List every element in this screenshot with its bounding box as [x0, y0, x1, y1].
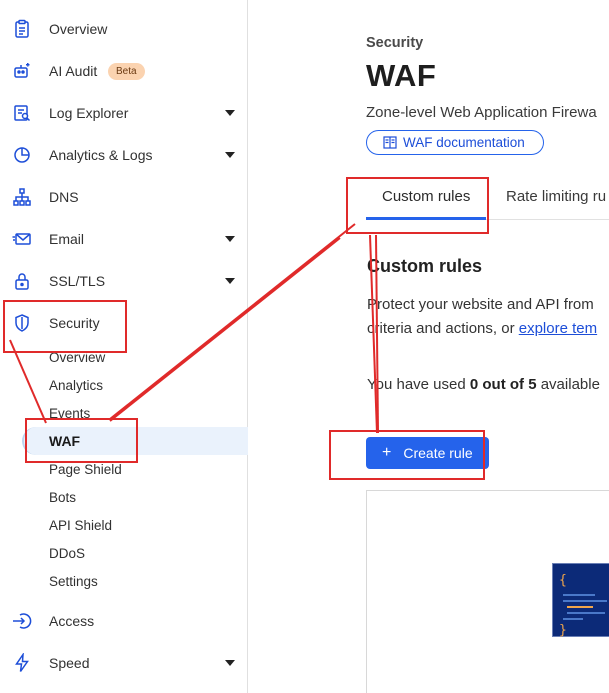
security-sub-overview[interactable]: Overview	[49, 348, 105, 368]
sidebar-item-overview[interactable]: Overview	[0, 9, 248, 49]
main-content: Security WAF Zone-level Web Application …	[249, 0, 609, 693]
shield-icon	[12, 313, 32, 333]
security-sub-waf[interactable]: WAF	[49, 431, 80, 451]
envelope-icon	[12, 229, 32, 249]
plus-icon: +	[382, 444, 392, 461]
create-rule-label: Create rule	[403, 445, 473, 461]
create-rule-button[interactable]: + Create rule	[366, 437, 489, 469]
chevron-down-icon[interactable]	[225, 150, 235, 160]
section-description-line2: criteria and actions, or explore tem	[367, 320, 597, 337]
security-sub-bots[interactable]: Bots	[49, 488, 76, 508]
network-icon	[12, 187, 32, 207]
sidebar-item-security[interactable]: Security	[0, 303, 248, 343]
chevron-down-icon[interactable]	[225, 234, 235, 244]
usage-prefix: You have used	[367, 376, 470, 393]
usage-suffix: available	[536, 376, 600, 393]
sidebar-item-speed[interactable]: Speed	[0, 643, 248, 683]
breadcrumb[interactable]: Security	[366, 35, 423, 51]
pie-chart-icon	[12, 145, 32, 165]
sidebar-item-label: Speed	[49, 655, 90, 671]
access-arrow-icon	[12, 611, 32, 631]
svg-text:}: }	[559, 623, 567, 638]
page-subtitle: Zone-level Web Application Firewa	[366, 104, 597, 121]
book-icon	[383, 136, 397, 149]
security-sub-events[interactable]: Events	[49, 404, 90, 424]
sidebar-item-log-explorer[interactable]: Log Explorer	[0, 93, 248, 133]
sidebar-item-label: DNS	[49, 189, 79, 205]
security-sub-api-shield[interactable]: API Shield	[49, 516, 112, 536]
usage-count: 0 out of 5	[469, 376, 537, 393]
sidebar-item-ai-audit[interactable]: AI Audit Beta	[0, 51, 248, 91]
security-sub-ddos[interactable]: DDoS	[49, 544, 85, 564]
clipboard-icon	[12, 19, 32, 39]
sidebar-item-email[interactable]: Email	[0, 219, 248, 259]
document-search-icon	[12, 103, 32, 123]
sidebar-item-label: Security	[49, 315, 100, 331]
sidebar-item-analytics-logs[interactable]: Analytics & Logs	[0, 135, 248, 175]
usage-text: You have used 0 out of 5 available	[367, 376, 600, 393]
security-sub-analytics[interactable]: Analytics	[49, 376, 103, 396]
sidebar-item-label: Access	[49, 613, 95, 629]
tab-bar: Custom rules Rate limiting ru	[366, 180, 609, 220]
sidebar-item-access[interactable]: Access	[0, 601, 248, 641]
chevron-down-icon[interactable]	[225, 658, 235, 668]
sidebar-item-dns[interactable]: DNS	[0, 177, 248, 217]
beta-badge: Beta	[108, 63, 145, 80]
chevron-down-icon[interactable]	[225, 108, 235, 118]
section-description: Protect your website and API from	[367, 296, 594, 313]
robot-icon	[12, 61, 32, 81]
sidebar-item-ssl-tls[interactable]: SSL/TLS	[0, 261, 248, 301]
active-tab-indicator	[366, 217, 486, 220]
lock-icon	[12, 271, 32, 291]
waf-documentation-button[interactable]: WAF documentation	[366, 130, 544, 155]
code-editor-illustration: { }	[552, 563, 609, 638]
chevron-down-icon[interactable]	[225, 276, 235, 286]
tab-rate-limiting-rules[interactable]: Rate limiting ru	[506, 180, 606, 220]
sidebar-item-label: SSL/TLS	[49, 273, 106, 289]
explore-templates-link[interactable]: explore tem	[519, 320, 597, 337]
tab-custom-rules[interactable]: Custom rules	[382, 180, 470, 220]
sidebar: Overview AI Audit Beta Log Explorer Anal…	[0, 0, 248, 693]
svg-text:{: {	[559, 573, 567, 588]
security-sub-settings[interactable]: Settings	[49, 572, 98, 592]
page-title: WAF	[366, 58, 437, 93]
waf-documentation-label: WAF documentation	[403, 135, 525, 150]
sidebar-item-label: AI Audit	[49, 63, 98, 79]
sidebar-item-label: Log Explorer	[49, 105, 129, 121]
sidebar-item-label: Analytics & Logs	[49, 147, 153, 163]
security-sub-page-shield[interactable]: Page Shield	[49, 460, 122, 480]
sidebar-item-label: Email	[49, 231, 85, 247]
description-text: criteria and actions, or	[367, 320, 519, 337]
lightning-icon	[12, 653, 32, 673]
section-title: Custom rules	[367, 256, 483, 276]
sidebar-item-label: Overview	[49, 21, 108, 37]
